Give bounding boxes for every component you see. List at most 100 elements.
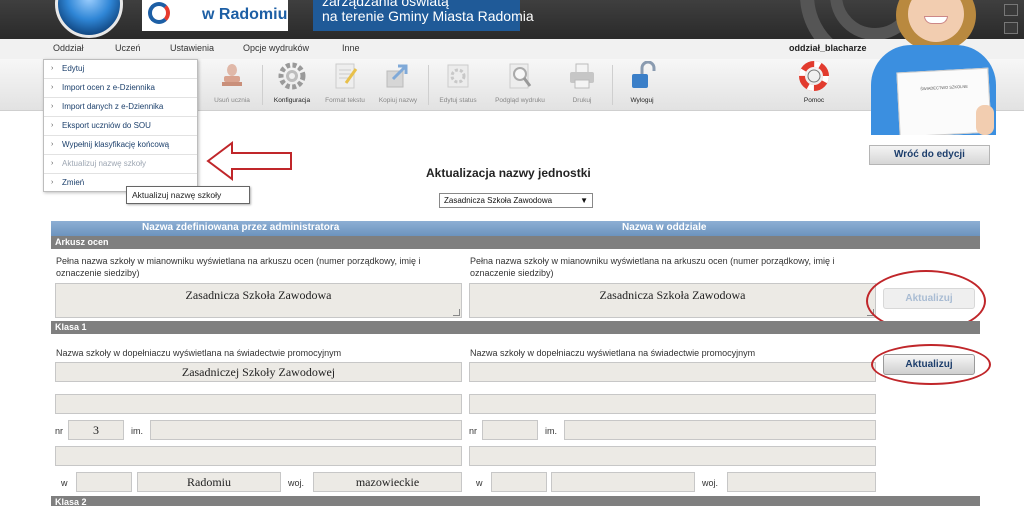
delete-student-button[interactable]: Usuń ucznia: [202, 59, 262, 111]
w-label: w: [476, 478, 483, 488]
printer-icon: [567, 61, 597, 91]
menu-item-eksport-sou[interactable]: › Eksport uczniów do SOU: [44, 117, 197, 136]
klasa1-admin-name-field[interactable]: Zasadniczej Szkoły Zawodowej: [55, 362, 462, 382]
menu-item-import-ocen[interactable]: › Import ocen z e-Dziennika: [44, 79, 197, 98]
chevron-right-icon: ›: [51, 179, 54, 186]
copy-arrow-icon: [383, 61, 413, 91]
admin-prefix-field[interactable]: [76, 472, 132, 492]
tool-label: Wyloguj: [630, 97, 654, 104]
stamp-icon: [217, 61, 247, 91]
menu-item-label: Eksport uczniów do SOU: [62, 121, 151, 130]
column-header-admin: Nazwa zdefiniowana przez administratora: [142, 222, 340, 233]
arkusz-admin-textarea[interactable]: Zasadnicza Szkoła Zawodowa: [55, 283, 462, 318]
menu-opcje-wydrukow[interactable]: Opcje wydruków: [243, 43, 309, 53]
im-label: im.: [131, 426, 143, 436]
menu-item-aktualizuj-nazwe[interactable]: › Aktualizuj nazwę szkoły: [44, 155, 197, 174]
klasa1-admin-label: Nazwa szkoły w dopełniaczu wyświetlana n…: [56, 348, 342, 358]
column-header-branch: Nazwa w oddziale: [622, 222, 707, 233]
magnifier-icon: [505, 61, 535, 91]
school-select[interactable]: Zasadnicza Szkoła Zawodowa ▼: [439, 193, 593, 208]
padlock-icon: [627, 60, 657, 91]
menu-item-label: Wypełnij klasyfikację końcową: [62, 140, 170, 149]
system-title-box: zarządzania oświatą na terenie Gminy Mia…: [313, 0, 534, 31]
arkusz-branch-value: Zasadnicza Szkoła Zawodowa: [599, 288, 746, 302]
admin-number-field[interactable]: 3: [68, 420, 124, 440]
app-window: w Radomiu zarządzania oświatą na terenie…: [0, 0, 1024, 506]
gear-status-icon: [443, 61, 473, 91]
print-button[interactable]: Drukuj: [552, 59, 612, 111]
chevron-right-icon: ›: [51, 65, 54, 72]
menu-item-label: Zmień: [62, 178, 85, 187]
nr-label: nr: [55, 426, 64, 436]
admin-patron-field[interactable]: [150, 420, 462, 440]
branch-city-field[interactable]: [551, 472, 695, 492]
menu-item-label: Import danych z e-Dziennika: [62, 102, 164, 111]
caret-down-icon: ▼: [580, 196, 588, 205]
menu-item-klasyfikacja[interactable]: › Wypełnij klasyfikację końcową: [44, 136, 197, 155]
annotation-arrow-icon: [206, 141, 292, 181]
menu-item-import-danych[interactable]: › Import danych z e-Dziennika: [44, 98, 197, 117]
help-button[interactable]: Pomoc: [784, 59, 844, 111]
lifebuoy-icon: [799, 61, 829, 91]
logged-user-name: oddział_blacharze: [789, 43, 867, 53]
update-arkusz-button[interactable]: Aktualizuj: [883, 288, 975, 309]
admin-address-field[interactable]: [55, 446, 462, 466]
chevron-right-icon: ›: [51, 160, 54, 167]
text-format-icon: [330, 61, 360, 91]
window-icon: [1004, 22, 1018, 34]
chevron-right-icon: ›: [51, 84, 54, 91]
menu-inne[interactable]: Inne: [342, 43, 360, 53]
back-to-edit-button[interactable]: Wróć do edycji: [869, 145, 990, 165]
w-label: w: [61, 478, 68, 488]
klasa1-branch-name-field[interactable]: [469, 362, 876, 382]
menu-item-label: Import ocen z e-Dziennika: [62, 83, 155, 92]
tool-label: Pomoc: [803, 97, 825, 104]
woj-label: woj.: [288, 478, 305, 488]
arkusz-admin-label: Pełna nazwa szkoły w mianowniku wyświetl…: [56, 256, 421, 278]
globe-logo-icon: [55, 0, 123, 38]
menu-item-edytuj[interactable]: › Edytuj: [44, 60, 197, 79]
resize-grip-icon: [867, 309, 874, 316]
photo-hand: [976, 105, 994, 135]
system-title-line2: na terenie Gminy Miasta Radomia: [322, 8, 534, 24]
gear-icon: [277, 61, 307, 91]
copy-names-button[interactable]: Kopiuj nazwy: [368, 59, 428, 111]
chevron-right-icon: ›: [51, 103, 54, 110]
menu-ustawienia[interactable]: Ustawienia: [170, 43, 214, 53]
admin-city-field[interactable]: Radomiu: [137, 472, 281, 492]
menu-uczen[interactable]: Uczeń: [115, 43, 141, 53]
branch-voivodeship-field[interactable]: [727, 472, 876, 492]
admin-voivodeship-field[interactable]: mazowieckie: [313, 472, 462, 492]
arkusz-branch-textarea[interactable]: Zasadnicza Szkoła Zawodowa: [469, 283, 876, 318]
klasa1-branch-label: Nazwa szkoły w dopełniaczu wyświetlana n…: [470, 348, 756, 358]
branch-address-field[interactable]: [469, 446, 876, 466]
table-header: Nazwa zdefiniowana przez administratora …: [51, 221, 980, 236]
page-title: Aktualizacja nazwy jednostki: [426, 166, 591, 180]
student-photo: ŚWIADECTWO SZKOLNE: [866, 0, 996, 135]
branch-patron-field[interactable]: [564, 420, 876, 440]
certificate-title: ŚWIADECTWO SZKOLNE: [920, 83, 969, 92]
arkusz-branch-label: Pełna nazwa szkoły w mianowniku wyświetl…: [470, 256, 835, 278]
chevron-right-icon: ›: [51, 141, 54, 148]
menu-item-label: Edytuj: [62, 64, 85, 73]
city-logo-icon: [148, 2, 170, 24]
edit-status-button[interactable]: Edytuj status: [428, 59, 488, 111]
branch-number-field[interactable]: [482, 420, 538, 440]
branch-prefix-field[interactable]: [491, 472, 547, 492]
arkusz-admin-value: Zasadnicza Szkoła Zawodowa: [185, 288, 332, 302]
logout-button[interactable]: Wyloguj: [612, 59, 672, 111]
tool-label: Edytuj status: [439, 97, 477, 104]
section-klasa-1: Klasa 1: [51, 321, 980, 334]
city-logo-text: w Radomiu: [202, 6, 288, 23]
klasa1-branch-extra-field[interactable]: [469, 394, 876, 414]
update-klasa1-button[interactable]: Aktualizuj: [883, 354, 975, 375]
klasa1-admin-extra-field[interactable]: [55, 394, 462, 414]
school-select-value: Zasadnicza Szkoła Zawodowa: [444, 196, 553, 205]
woj-label: woj.: [702, 478, 719, 488]
menu-oddzial[interactable]: Oddział: [53, 43, 84, 53]
oddzial-dropdown-menu: › Edytuj › Import ocen z e-Dziennika › Impo…: [43, 59, 198, 192]
print-preview-button[interactable]: Podgląd wydruku: [490, 59, 550, 111]
window-icon: [1004, 4, 1018, 16]
city-logo: w Radomiu: [142, 0, 288, 31]
chevron-right-icon: ›: [51, 122, 54, 129]
